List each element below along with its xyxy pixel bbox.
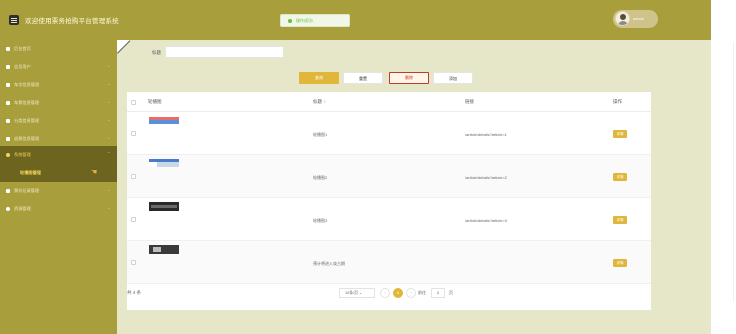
detail-button[interactable]: 详情 bbox=[613, 130, 627, 138]
prev-page-button[interactable]: ‹ bbox=[380, 288, 390, 298]
chevron-down-icon: ⌄ bbox=[107, 187, 111, 192]
chevron-down-icon: ⌄ bbox=[107, 99, 111, 104]
sidebar-item-resources[interactable]: 资源管理 ⌄ bbox=[0, 200, 117, 218]
user-menu[interactable]: admin bbox=[613, 10, 658, 28]
sidebar-item-carousel[interactable]: 轮播图管理 ☚ bbox=[0, 164, 117, 182]
chevron-up-icon: ⌃ bbox=[107, 151, 111, 156]
grid-icon bbox=[6, 137, 10, 141]
next-page-button[interactable]: › bbox=[406, 288, 416, 298]
detail-button[interactable]: 详情 bbox=[613, 259, 627, 267]
user-icon bbox=[6, 65, 10, 69]
table-row: 预计将进入攻占期 详情 bbox=[127, 241, 651, 284]
sidebar-item-label: 系统管理 bbox=[14, 151, 31, 157]
row-title: 轮播图1 bbox=[313, 132, 328, 137]
grid-icon bbox=[6, 101, 10, 105]
sidebar-item-label: 分类信息管理 bbox=[14, 117, 40, 123]
circle-icon bbox=[6, 207, 10, 211]
sidebar-item-label: 轮播图管理 bbox=[20, 169, 41, 175]
sidebar-item-label: 后台首页 bbox=[14, 45, 31, 51]
sidebar-item-label: 票价记录管理 bbox=[14, 187, 40, 193]
main-content: 标题 查询 重置 删除 添加 轮播图 标题 ≡ 链接 操作 轮播图1 /arti… bbox=[117, 40, 711, 334]
row-link: /article/details?article=3 bbox=[465, 218, 507, 223]
delete-button[interactable]: 删除 bbox=[389, 72, 429, 84]
grid-icon bbox=[6, 189, 10, 193]
detail-button[interactable]: 详情 bbox=[613, 173, 627, 181]
goto-page-input[interactable]: 1 bbox=[431, 288, 445, 298]
current-page[interactable]: 1 bbox=[393, 288, 403, 298]
carousel-table: 轮播图 标题 ≡ 链接 操作 轮播图1 /article/details?art… bbox=[127, 92, 651, 310]
sidebar-item-system[interactable]: 系统管理 ⌃ bbox=[0, 146, 117, 164]
sidebar-item-trains[interactable]: 车次信息管理 ⌄ bbox=[0, 76, 117, 94]
detail-button[interactable]: 详情 bbox=[613, 216, 627, 224]
sidebar-item-label: 资源管理 bbox=[14, 205, 31, 211]
sidebar-item-label: 退票信息管理 bbox=[14, 135, 40, 141]
column-header-action: 操作 bbox=[613, 99, 622, 104]
row-checkbox[interactable] bbox=[131, 217, 136, 222]
reset-button[interactable]: 重置 bbox=[343, 72, 383, 84]
select-all-checkbox[interactable] bbox=[131, 100, 136, 105]
search-label: 标题 bbox=[152, 50, 161, 55]
column-header-image: 轮播图 bbox=[148, 99, 162, 104]
toast-message: 操作成功! bbox=[296, 18, 314, 23]
total-count: 共 4 条 bbox=[127, 290, 142, 295]
carousel-thumbnail bbox=[149, 202, 179, 211]
scroll-divider bbox=[733, 42, 734, 302]
column-header-title[interactable]: 标题 ≡ bbox=[313, 99, 326, 105]
sidebar-item-price-records[interactable]: 票价记录管理 ⌄ bbox=[0, 182, 117, 200]
chevron-down-icon: ⌄ bbox=[107, 135, 111, 140]
top-header: 欢迎使用票务抢购平台管理系统 操作成功! admin bbox=[0, 0, 711, 40]
sidebar-item-label: 车票信息管理 bbox=[14, 99, 40, 105]
home-icon bbox=[6, 47, 10, 51]
app-title: 欢迎使用票务抢购平台管理系统 bbox=[25, 18, 119, 25]
user-name: admin bbox=[633, 16, 644, 21]
goto-label: 前往 bbox=[418, 290, 426, 295]
grid-icon bbox=[6, 83, 10, 87]
row-link: /article/details?article=2 bbox=[465, 175, 507, 180]
sidebar-item-tickets[interactable]: 车票信息管理 ⌄ bbox=[0, 94, 117, 112]
sidebar-item-label: 会员用户 bbox=[14, 63, 31, 69]
table-row: 轮播图3 /article/details?article=3 详情 bbox=[127, 198, 651, 241]
query-button[interactable]: 查询 bbox=[299, 72, 339, 84]
page-size-select[interactable]: 10条/页 ⌄ bbox=[339, 288, 375, 298]
sidebar: 后台首页 会员用户 ⌄ 车次信息管理 ⌄ 车票信息管理 ⌄ 分类信息管理 ⌄ 退… bbox=[0, 40, 117, 334]
avatar bbox=[615, 11, 630, 26]
sidebar-item-categories[interactable]: 分类信息管理 ⌄ bbox=[0, 112, 117, 130]
success-toast: 操作成功! bbox=[280, 14, 350, 27]
row-title: 轮播图2 bbox=[313, 175, 328, 180]
carousel-thumbnail bbox=[149, 245, 179, 254]
gear-icon bbox=[6, 153, 10, 157]
table-header: 轮播图 标题 ≡ 链接 操作 bbox=[127, 92, 651, 112]
row-title: 预计将进入攻占期 bbox=[313, 261, 345, 266]
carousel-thumbnail bbox=[149, 117, 179, 124]
sort-icon: ≡ bbox=[323, 99, 326, 104]
table-row: 轮播图2 /article/details?article=2 详情 bbox=[127, 155, 651, 198]
carousel-thumbnail bbox=[149, 159, 179, 167]
grid-icon bbox=[6, 119, 10, 123]
chevron-down-icon: ⌄ bbox=[107, 63, 111, 68]
chevron-down-icon: ⌄ bbox=[107, 81, 111, 86]
hand-cursor-icon: ☚ bbox=[91, 169, 98, 176]
chevron-down-icon: ⌄ bbox=[107, 205, 111, 210]
app-window: 欢迎使用票务抢购平台管理系统 操作成功! admin 后台首页 会员用户 ⌄ 车… bbox=[0, 0, 711, 334]
row-link: /article/details?article=1 bbox=[465, 132, 507, 137]
column-header-link: 链接 bbox=[465, 99, 474, 104]
row-checkbox[interactable] bbox=[131, 260, 136, 265]
row-checkbox[interactable] bbox=[131, 131, 136, 136]
success-icon bbox=[288, 19, 292, 23]
add-button[interactable]: 添加 bbox=[433, 72, 473, 84]
row-title: 轮播图3 bbox=[313, 218, 328, 223]
row-checkbox[interactable] bbox=[131, 174, 136, 179]
sidebar-item-home[interactable]: 后台首页 bbox=[0, 40, 117, 58]
sidebar-item-members[interactable]: 会员用户 ⌄ bbox=[0, 58, 117, 76]
sidebar-item-label: 车次信息管理 bbox=[14, 81, 40, 87]
table-row: 轮播图1 /article/details?article=1 详情 bbox=[127, 112, 651, 155]
chevron-down-icon: ⌄ bbox=[107, 117, 111, 122]
menu-toggle-icon[interactable] bbox=[9, 15, 19, 25]
title-search-input[interactable] bbox=[165, 46, 284, 58]
goto-suffix: 页 bbox=[449, 290, 453, 295]
